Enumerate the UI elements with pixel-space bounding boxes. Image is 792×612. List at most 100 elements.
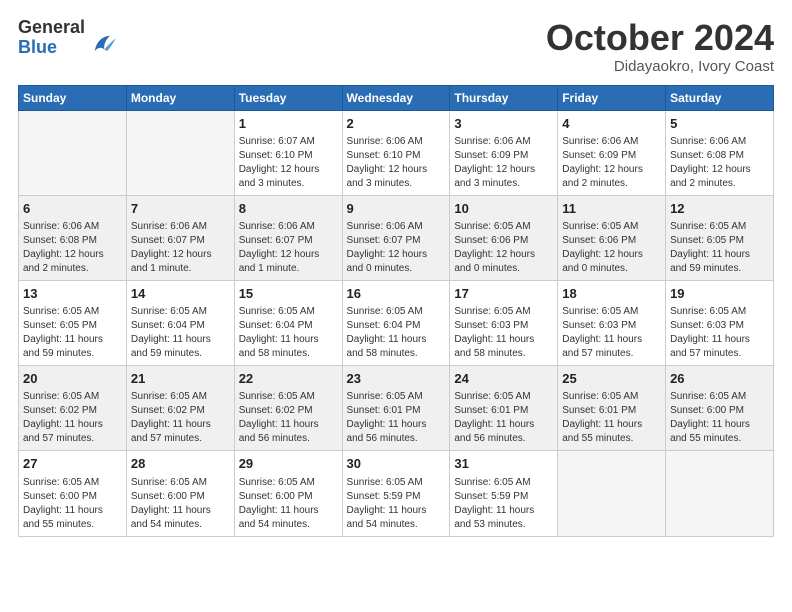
table-row: 7Sunrise: 6:06 AM Sunset: 6:07 PM Daylig… xyxy=(126,195,234,280)
day-info: Sunrise: 6:05 AM Sunset: 6:00 PM Dayligh… xyxy=(670,390,769,446)
table-row xyxy=(19,110,127,195)
header-monday: Monday xyxy=(126,85,234,110)
table-row: 21 Sunrise: 6:05 AM Sunset: 6:02 PM Dayli… xyxy=(126,366,234,451)
table-row: 23 Sunrise: 6:05 AM Sunset: 6:01 PM Dayli… xyxy=(342,366,450,451)
day-number: 25 xyxy=(562,370,661,388)
table-row: 3 Sunrise: 6:06 AM Sunset: 6:09 PM Daylig… xyxy=(450,110,558,195)
day-info: Sunrise: 6:06 AM Sunset: 6:09 PM Dayligh… xyxy=(454,135,553,191)
table-row: 10 Sunrise: 6:05 AM Sunset: 6:06 PM Dayli… xyxy=(450,195,558,280)
day-info: Sunrise: 6:05 AM Sunset: 6:02 PM Dayligh… xyxy=(239,390,338,446)
day-info: Sunrise: 6:05 AM Sunset: 6:01 PM Dayligh… xyxy=(454,390,553,446)
header-friday: Friday xyxy=(558,85,666,110)
day-info: Sunrise: 6:05 AM Sunset: 6:06 PM Dayligh… xyxy=(562,220,661,276)
table-row: 20 Sunrise: 6:05 AM Sunset: 6:02 PM Dayli… xyxy=(19,366,127,451)
day-info: Sunrise: 6:05 AM Sunset: 6:03 PM Dayligh… xyxy=(454,305,553,361)
day-info: Sunrise: 6:06 AM Sunset: 6:08 PM Dayligh… xyxy=(23,220,122,276)
calendar-week-row: 1Sunrise: 6:07 AM Sunset: 6:10 PM Daylig… xyxy=(19,110,774,195)
day-number: 15 xyxy=(239,285,338,303)
table-row: 27Sunrise: 6:05 AM Sunset: 6:00 PM Dayli… xyxy=(19,451,127,536)
table-row: 8 Sunrise: 6:06 AM Sunset: 6:07 PM Daylig… xyxy=(234,195,342,280)
calendar-header-row: Sunday Monday Tuesday Wednesday Thursday… xyxy=(19,85,774,110)
table-row: 25 Sunrise: 6:05 AM Sunset: 6:01 PM Dayli… xyxy=(558,366,666,451)
calendar-week-row: 13 Sunrise: 6:05 AM Sunset: 6:05 PM Dayli… xyxy=(19,280,774,365)
day-number: 12 xyxy=(670,200,769,218)
day-info: Sunrise: 6:05 AM Sunset: 6:05 PM Dayligh… xyxy=(23,305,122,361)
title-block: October 2024 Didayaokro, Ivory Coast xyxy=(546,18,774,75)
location: Didayaokro, Ivory Coast xyxy=(546,58,774,75)
day-number: 2 xyxy=(347,115,446,133)
day-number: 18 xyxy=(562,285,661,303)
day-number: 29 xyxy=(239,455,338,473)
day-info: Sunrise: 6:05 AM Sunset: 6:04 PM Dayligh… xyxy=(347,305,446,361)
table-row: 11 Sunrise: 6:05 AM Sunset: 6:06 PM Dayli… xyxy=(558,195,666,280)
day-number: 16 xyxy=(347,285,446,303)
header-saturday: Saturday xyxy=(666,85,774,110)
logo-bird-icon xyxy=(89,30,117,58)
day-info: Sunrise: 6:05 AM Sunset: 6:02 PM Dayligh… xyxy=(131,390,230,446)
day-number: 28 xyxy=(131,455,230,473)
day-number: 24 xyxy=(454,370,553,388)
day-number: 8 xyxy=(239,200,338,218)
day-number: 14 xyxy=(131,285,230,303)
day-info: Sunrise: 6:05 AM Sunset: 6:06 PM Dayligh… xyxy=(454,220,553,276)
day-number: 13 xyxy=(23,285,122,303)
table-row: 17Sunrise: 6:05 AM Sunset: 6:03 PM Dayli… xyxy=(450,280,558,365)
day-number: 23 xyxy=(347,370,446,388)
day-info: Sunrise: 6:05 AM Sunset: 6:00 PM Dayligh… xyxy=(239,476,338,532)
header-sunday: Sunday xyxy=(19,85,127,110)
day-info: Sunrise: 6:05 AM Sunset: 6:00 PM Dayligh… xyxy=(131,476,230,532)
header-wednesday: Wednesday xyxy=(342,85,450,110)
logo-general: General xyxy=(18,18,85,38)
table-row: 29 Sunrise: 6:05 AM Sunset: 6:00 PM Dayli… xyxy=(234,451,342,536)
table-row: 2 Sunrise: 6:06 AM Sunset: 6:10 PM Daylig… xyxy=(342,110,450,195)
day-number: 26 xyxy=(670,370,769,388)
day-info: Sunrise: 6:05 AM Sunset: 5:59 PM Dayligh… xyxy=(454,476,553,532)
day-number: 22 xyxy=(239,370,338,388)
day-info: Sunrise: 6:05 AM Sunset: 6:03 PM Dayligh… xyxy=(562,305,661,361)
table-row: 1Sunrise: 6:07 AM Sunset: 6:10 PM Daylig… xyxy=(234,110,342,195)
day-number: 5 xyxy=(670,115,769,133)
calendar-week-row: 6 Sunrise: 6:06 AM Sunset: 6:08 PM Daylig… xyxy=(19,195,774,280)
day-info: Sunrise: 6:06 AM Sunset: 6:07 PM Dayligh… xyxy=(239,220,338,276)
table-row: 9Sunrise: 6:06 AM Sunset: 6:07 PM Daylig… xyxy=(342,195,450,280)
table-row: 12Sunrise: 6:05 AM Sunset: 6:05 PM Dayli… xyxy=(666,195,774,280)
day-number: 6 xyxy=(23,200,122,218)
table-row: 31 Sunrise: 6:05 AM Sunset: 5:59 PM Dayli… xyxy=(450,451,558,536)
day-info: Sunrise: 6:05 AM Sunset: 5:59 PM Dayligh… xyxy=(347,476,446,532)
logo-text: General Blue xyxy=(18,18,85,58)
day-info: Sunrise: 6:05 AM Sunset: 6:04 PM Dayligh… xyxy=(239,305,338,361)
day-info: Sunrise: 6:05 AM Sunset: 6:01 PM Dayligh… xyxy=(347,390,446,446)
page: General Blue October 2024 Didayaokro, Iv… xyxy=(0,0,792,612)
day-info: Sunrise: 6:06 AM Sunset: 6:10 PM Dayligh… xyxy=(347,135,446,191)
day-number: 3 xyxy=(454,115,553,133)
day-info: Sunrise: 6:05 AM Sunset: 6:02 PM Dayligh… xyxy=(23,390,122,446)
table-row: 19 Sunrise: 6:05 AM Sunset: 6:03 PM Dayli… xyxy=(666,280,774,365)
table-row: 24 Sunrise: 6:05 AM Sunset: 6:01 PM Dayli… xyxy=(450,366,558,451)
calendar-week-row: 20 Sunrise: 6:05 AM Sunset: 6:02 PM Dayli… xyxy=(19,366,774,451)
month-title: October 2024 xyxy=(546,18,774,58)
day-number: 9 xyxy=(347,200,446,218)
table-row: 5 Sunrise: 6:06 AM Sunset: 6:08 PM Daylig… xyxy=(666,110,774,195)
day-info: Sunrise: 6:05 AM Sunset: 6:01 PM Dayligh… xyxy=(562,390,661,446)
table-row: 28 Sunrise: 6:05 AM Sunset: 6:00 PM Dayli… xyxy=(126,451,234,536)
calendar-table: Sunday Monday Tuesday Wednesday Thursday… xyxy=(18,85,774,537)
day-number: 20 xyxy=(23,370,122,388)
table-row xyxy=(558,451,666,536)
day-number: 4 xyxy=(562,115,661,133)
day-number: 19 xyxy=(670,285,769,303)
day-number: 27 xyxy=(23,455,122,473)
day-number: 11 xyxy=(562,200,661,218)
table-row: 6 Sunrise: 6:06 AM Sunset: 6:08 PM Daylig… xyxy=(19,195,127,280)
day-info: Sunrise: 6:05 AM Sunset: 6:04 PM Dayligh… xyxy=(131,305,230,361)
day-number: 31 xyxy=(454,455,553,473)
day-info: Sunrise: 6:06 AM Sunset: 6:08 PM Dayligh… xyxy=(670,135,769,191)
day-number: 10 xyxy=(454,200,553,218)
logo-blue: Blue xyxy=(18,38,85,58)
day-info: Sunrise: 6:05 AM Sunset: 6:03 PM Dayligh… xyxy=(670,305,769,361)
day-number: 21 xyxy=(131,370,230,388)
table-row: 4Sunrise: 6:06 AM Sunset: 6:09 PM Daylig… xyxy=(558,110,666,195)
day-number: 30 xyxy=(347,455,446,473)
table-row: 30 Sunrise: 6:05 AM Sunset: 5:59 PM Dayli… xyxy=(342,451,450,536)
header-tuesday: Tuesday xyxy=(234,85,342,110)
day-number: 7 xyxy=(131,200,230,218)
